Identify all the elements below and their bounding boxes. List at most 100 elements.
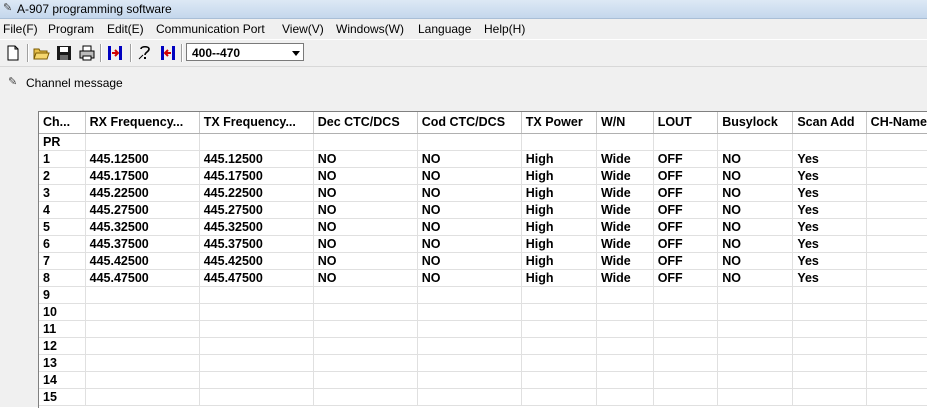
table-cell[interactable] [866, 150, 927, 168]
channel-number-cell[interactable]: 5 [39, 218, 86, 236]
table-cell[interactable] [653, 286, 719, 304]
table-row[interactable]: 1 445.12500 445.12500 NO NO High Wide OFF NO Yes [39, 150, 927, 168]
band-select[interactable]: 400--470 [186, 43, 304, 61]
table-cell[interactable] [792, 303, 867, 321]
table-cell[interactable] [313, 320, 418, 338]
table-cell[interactable]: NO [313, 184, 418, 202]
table-row[interactable]: 14 [39, 371, 927, 389]
table-cell[interactable]: OFF [653, 269, 719, 287]
table-cell[interactable] [85, 371, 200, 389]
column-header[interactable]: Cod CTC/DCS [417, 112, 522, 134]
table-cell[interactable] [866, 218, 927, 236]
table-cell[interactable]: Wide [596, 201, 654, 219]
table-cell[interactable] [521, 337, 597, 355]
table-cell[interactable] [653, 320, 719, 338]
help-icon[interactable] [136, 44, 154, 62]
table-cell[interactable]: NO [717, 269, 794, 287]
table-cell[interactable] [521, 320, 597, 338]
table-cell[interactable]: NO [417, 150, 522, 168]
table-cell[interactable] [521, 354, 597, 372]
table-cell[interactable] [313, 286, 418, 304]
table-cell[interactable] [521, 371, 597, 389]
column-header[interactable]: LOUT [653, 112, 719, 134]
read-radio-icon[interactable] [106, 44, 124, 62]
table-cell[interactable]: NO [417, 201, 522, 219]
table-cell[interactable] [866, 167, 927, 185]
table-cell[interactable] [313, 337, 418, 355]
table-cell[interactable] [792, 133, 867, 151]
table-cell[interactable]: NO [313, 218, 418, 236]
table-cell[interactable] [199, 337, 314, 355]
table-cell[interactable] [596, 337, 654, 355]
table-cell[interactable] [717, 388, 794, 406]
table-row[interactable]: 3 445.22500 445.22500 NO NO High Wide OFF NO Yes [39, 184, 927, 202]
table-cell[interactable] [85, 133, 200, 151]
column-header[interactable]: TX Power [521, 112, 597, 134]
table-cell[interactable]: Yes [792, 201, 867, 219]
table-cell[interactable]: Wide [596, 218, 654, 236]
table-cell[interactable] [521, 133, 597, 151]
chevron-down-icon[interactable] [292, 51, 300, 56]
table-cell[interactable]: NO [417, 269, 522, 287]
table-cell[interactable] [85, 320, 200, 338]
table-cell[interactable] [596, 286, 654, 304]
table-cell[interactable]: OFF [653, 150, 719, 168]
table-cell[interactable]: NO [313, 252, 418, 270]
table-cell[interactable]: NO [313, 167, 418, 185]
table-cell[interactable]: NO [313, 201, 418, 219]
table-cell[interactable] [417, 303, 522, 321]
table-cell[interactable] [717, 320, 794, 338]
table-cell[interactable]: OFF [653, 235, 719, 253]
table-cell[interactable] [199, 133, 314, 151]
menu-communication-port[interactable]: Communication Port [156, 22, 265, 36]
table-row[interactable]: 15 [39, 388, 927, 406]
table-cell[interactable] [417, 320, 522, 338]
table-cell[interactable]: 445.47500 [85, 269, 200, 287]
channel-number-cell[interactable]: 3 [39, 184, 86, 202]
channel-number-cell[interactable]: 13 [39, 354, 86, 372]
menu-language[interactable]: Language [418, 22, 471, 36]
table-cell[interactable]: Wide [596, 150, 654, 168]
table-cell[interactable]: NO [313, 235, 418, 253]
table-cell[interactable]: NO [417, 218, 522, 236]
column-header[interactable]: W/N [596, 112, 654, 134]
column-header[interactable]: TX Frequency... [199, 112, 314, 134]
table-cell[interactable]: Wide [596, 269, 654, 287]
table-cell[interactable]: High [521, 235, 597, 253]
table-cell[interactable]: NO [417, 235, 522, 253]
table-cell[interactable] [792, 337, 867, 355]
table-cell[interactable]: 445.37500 [85, 235, 200, 253]
table-cell[interactable] [596, 133, 654, 151]
print-icon[interactable] [78, 44, 96, 62]
channel-number-cell[interactable]: 7 [39, 252, 86, 270]
menu-help[interactable]: Help(H) [484, 22, 525, 36]
table-row[interactable]: 9 [39, 286, 927, 304]
table-row[interactable]: PR [39, 133, 927, 151]
table-cell[interactable] [653, 371, 719, 389]
table-cell[interactable]: 445.17500 [199, 167, 314, 185]
column-header[interactable]: RX Frequency... [85, 112, 200, 134]
table-cell[interactable] [313, 371, 418, 389]
table-cell[interactable]: NO [417, 184, 522, 202]
table-cell[interactable] [653, 303, 719, 321]
table-cell[interactable] [596, 303, 654, 321]
table-cell[interactable] [866, 201, 927, 219]
table-cell[interactable]: OFF [653, 184, 719, 202]
table-cell[interactable] [866, 286, 927, 304]
table-cell[interactable] [521, 286, 597, 304]
save-icon[interactable] [55, 44, 73, 62]
table-cell[interactable] [417, 371, 522, 389]
channel-number-cell[interactable]: 11 [39, 320, 86, 338]
table-cell[interactable] [792, 320, 867, 338]
menu-file[interactable]: File(F) [3, 22, 38, 36]
table-cell[interactable] [199, 371, 314, 389]
table-cell[interactable]: High [521, 269, 597, 287]
table-cell[interactable]: OFF [653, 167, 719, 185]
channel-number-cell[interactable]: 14 [39, 371, 86, 389]
table-cell[interactable]: NO [313, 269, 418, 287]
new-file-icon[interactable] [4, 44, 22, 62]
channel-number-cell[interactable]: 1 [39, 150, 86, 168]
column-header[interactable]: Dec CTC/DCS [313, 112, 418, 134]
table-row[interactable]: 6 445.37500 445.37500 NO NO High Wide OFF NO Yes [39, 235, 927, 253]
table-cell[interactable]: NO [717, 150, 794, 168]
